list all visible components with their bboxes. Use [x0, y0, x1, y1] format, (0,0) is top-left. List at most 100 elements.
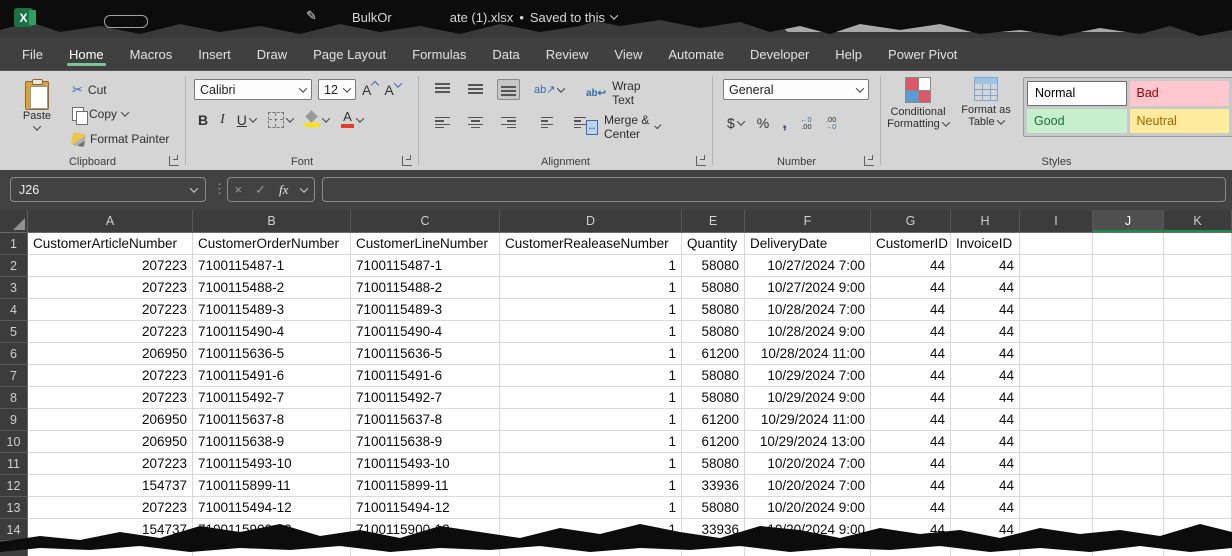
cell-H6[interactable]: 44 — [951, 343, 1020, 365]
row-header-4[interactable]: 4 — [0, 299, 28, 321]
merge-center-button[interactable]: ↔ Merge & Center — [586, 113, 660, 141]
cell-J9[interactable] — [1093, 409, 1164, 431]
decrease-decimal-button[interactable]: .00→0 — [825, 116, 837, 130]
align-right-button[interactable] — [497, 113, 520, 134]
cell-E10[interactable]: 61200 — [682, 431, 745, 453]
cell-I10[interactable] — [1020, 431, 1093, 453]
cell-E13[interactable]: 58080 — [682, 497, 745, 519]
cell-K2[interactable] — [1164, 255, 1232, 277]
column-header-A[interactable]: A — [28, 210, 193, 233]
cell-H4[interactable]: 44 — [951, 299, 1020, 321]
cell-K13[interactable] — [1164, 497, 1232, 519]
cell-D7[interactable]: 1 — [500, 365, 682, 387]
cell-J12[interactable] — [1093, 475, 1164, 497]
paste-button[interactable]: Paste — [14, 79, 60, 157]
cell-D13[interactable]: 1 — [500, 497, 682, 519]
italic-button[interactable]: I — [220, 112, 225, 128]
cell-D12[interactable]: 1 — [500, 475, 682, 497]
cell-K8[interactable] — [1164, 387, 1232, 409]
cell-I7[interactable] — [1020, 365, 1093, 387]
orientation-button[interactable]: ab↗ — [534, 83, 564, 96]
cell-E6[interactable]: 61200 — [682, 343, 745, 365]
cell-E9[interactable]: 61200 — [682, 409, 745, 431]
cell-D5[interactable]: 1 — [500, 321, 682, 343]
cell-H13[interactable]: 44 — [951, 497, 1020, 519]
cell-E5[interactable]: 58080 — [682, 321, 745, 343]
cell-K[interactable] — [1164, 541, 1232, 556]
cell-C11[interactable]: 7100115493-10 — [351, 453, 500, 475]
row-header-8[interactable]: 8 — [0, 387, 28, 409]
cell-I12[interactable] — [1020, 475, 1093, 497]
clipboard-dialog-launcher-icon[interactable] — [169, 156, 179, 166]
cell-H2[interactable]: 44 — [951, 255, 1020, 277]
row-header-5[interactable]: 5 — [0, 321, 28, 343]
cell-F8[interactable]: 10/29/2024 9:00 — [745, 387, 871, 409]
cell-G11[interactable]: 44 — [871, 453, 951, 475]
cell-F12[interactable]: 10/20/2024 7:00 — [745, 475, 871, 497]
cell-I3[interactable] — [1020, 277, 1093, 299]
cell-I13[interactable] — [1020, 497, 1093, 519]
column-header-B[interactable]: B — [193, 210, 351, 233]
cell-I1[interactable] — [1020, 233, 1093, 255]
column-header-D[interactable]: D — [500, 210, 682, 233]
cell-A13[interactable]: 207223 — [28, 497, 193, 519]
column-header-E[interactable]: E — [682, 210, 745, 233]
cell-H11[interactable]: 44 — [951, 453, 1020, 475]
cell-G1[interactable]: CustomerID — [871, 233, 951, 255]
conditional-formatting-button[interactable]: Conditional Formatting — [887, 77, 949, 130]
cell-A7[interactable]: 207223 — [28, 365, 193, 387]
cell-K12[interactable] — [1164, 475, 1232, 497]
cell-I2[interactable] — [1020, 255, 1093, 277]
search-box[interactable] — [785, 7, 1150, 32]
underline-button[interactable]: U — [237, 112, 256, 128]
cell-G2[interactable]: 44 — [871, 255, 951, 277]
cell-H7[interactable]: 44 — [951, 365, 1020, 387]
alignment-dialog-launcher-icon[interactable] — [696, 156, 706, 166]
cell-I5[interactable] — [1020, 321, 1093, 343]
row-header-6[interactable]: 6 — [0, 343, 28, 365]
cell-H10[interactable]: 44 — [951, 431, 1020, 453]
cell-E12[interactable]: 33936 — [682, 475, 745, 497]
cell-J1[interactable] — [1093, 233, 1164, 255]
cell-D14[interactable]: 1 — [500, 519, 682, 541]
cell-H14[interactable]: 44 — [951, 519, 1020, 541]
cell-A9[interactable]: 206950 — [28, 409, 193, 431]
row-header-14[interactable]: 14 — [0, 519, 28, 541]
cell-J11[interactable] — [1093, 453, 1164, 475]
cell-A5[interactable]: 207223 — [28, 321, 193, 343]
cell-E4[interactable]: 58080 — [682, 299, 745, 321]
cell-F4[interactable]: 10/28/2024 7:00 — [745, 299, 871, 321]
cell-B7[interactable]: 7100115491-6 — [193, 365, 351, 387]
style-bad[interactable]: Bad — [1130, 81, 1230, 106]
copy-button[interactable]: Copy — [72, 107, 128, 121]
align-center-button[interactable] — [464, 113, 487, 134]
cancel-icon[interactable]: × — [235, 182, 243, 197]
bottom-align-button[interactable] — [497, 79, 520, 100]
font-name-select[interactable]: Calibri — [194, 79, 312, 100]
decrease-indent-button[interactable] — [534, 113, 557, 134]
cell-J5[interactable] — [1093, 321, 1164, 343]
cell-C7[interactable]: 7100115491-6 — [351, 365, 500, 387]
cell-F3[interactable]: 10/27/2024 9:00 — [745, 277, 871, 299]
increase-decimal-button[interactable]: ←0.00 — [800, 116, 812, 130]
tab-file[interactable]: File — [20, 40, 45, 69]
tab-home[interactable]: Home — [67, 40, 106, 69]
bold-button[interactable]: B — [198, 112, 208, 128]
cell-A[interactable] — [28, 541, 193, 556]
cell-H1[interactable]: InvoiceID — [951, 233, 1020, 255]
comma-style-button[interactable]: , — [782, 113, 787, 133]
cell-K3[interactable] — [1164, 277, 1232, 299]
tab-view[interactable]: View — [612, 40, 644, 69]
cell-A12[interactable]: 154737 — [28, 475, 193, 497]
column-header-I[interactable]: I — [1020, 210, 1093, 233]
column-header-C[interactable]: C — [351, 210, 500, 233]
tab-automate[interactable]: Automate — [666, 40, 726, 69]
cell-K4[interactable] — [1164, 299, 1232, 321]
cell-F1[interactable]: DeliveryDate — [745, 233, 871, 255]
select-all-corner[interactable] — [0, 210, 28, 233]
cell-A4[interactable]: 207223 — [28, 299, 193, 321]
cell-A11[interactable]: 207223 — [28, 453, 193, 475]
cell-F6[interactable]: 10/28/2024 11:00 — [745, 343, 871, 365]
cell-A14[interactable]: 154737 — [28, 519, 193, 541]
cell-G10[interactable]: 44 — [871, 431, 951, 453]
